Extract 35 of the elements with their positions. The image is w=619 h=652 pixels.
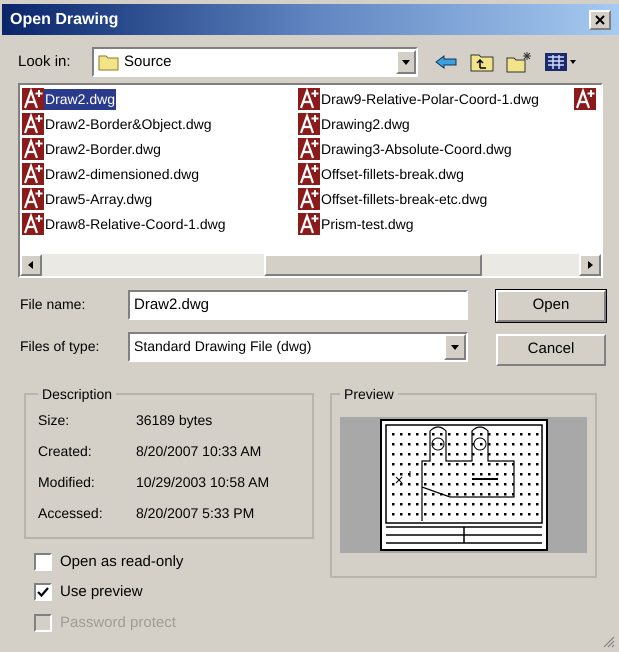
file-item[interactable]: Draw9-Relative-Polar-Coord-1.dwg (298, 88, 574, 110)
description-value: 36189 bytes (136, 410, 212, 430)
file-type-value: Standard Drawing File (dwg) (133, 337, 312, 356)
file-name-label: File name: (20, 295, 86, 314)
file-item[interactable]: Drawing2.dwg (298, 113, 574, 136)
file-type-label: Files of type: (20, 337, 100, 356)
file-item[interactable]: Drawing3-Absolute-Coord.dwg (298, 138, 574, 160)
dialog-button[interactable]: Cancel (496, 334, 606, 366)
file-type-dropdown[interactable]: Standard Drawing File (dwg) (128, 332, 468, 362)
description-label: Size: (38, 410, 70, 430)
description-title: Description (41, 384, 114, 404)
file-item[interactable]: Draw2.dwg (22, 88, 298, 110)
look-in-label: Look in: (18, 52, 72, 72)
file-item[interactable]: Draw2-Border.dwg (22, 138, 298, 160)
file-item[interactable]: Offset-fillets-break-etc.dwg (298, 188, 574, 210)
file-item[interactable]: Draw2-dimensioned.dwg (22, 163, 298, 186)
file-item[interactable]: Draw5-Array.dwg (22, 188, 298, 210)
checkbox-label: Open as read-only (60, 552, 184, 572)
file-item[interactable]: Draw2-Border&Object.dwg (22, 113, 298, 136)
look-in-dropdown[interactable]: Source (92, 47, 418, 78)
look-in-value: Source (124, 52, 173, 72)
description-label: Created: (38, 442, 93, 460)
description-value: 8/20/2007 10:33 AM (136, 442, 262, 460)
window-title: Open Drawing (10, 10, 118, 30)
file-item[interactable]: Draw8-Relative-Coord-1.dwg (22, 213, 298, 236)
file-item[interactable]: Prism-test.dwg (298, 213, 574, 236)
description-value: 10/29/2003 10:58 AM (136, 472, 270, 492)
dialog-button[interactable]: Open (496, 290, 606, 322)
file-name-field[interactable]: Draw2.dwg (128, 290, 468, 320)
description-label: Modified: (38, 472, 96, 492)
preview-title: Preview (343, 384, 395, 404)
description-label: Accessed: (38, 504, 104, 522)
file-item[interactable]: Offset-fillets-break.dwg (298, 163, 574, 186)
description-value: 8/20/2007 5:33 PM (136, 504, 254, 522)
checkbox-label: Use preview (60, 582, 143, 602)
